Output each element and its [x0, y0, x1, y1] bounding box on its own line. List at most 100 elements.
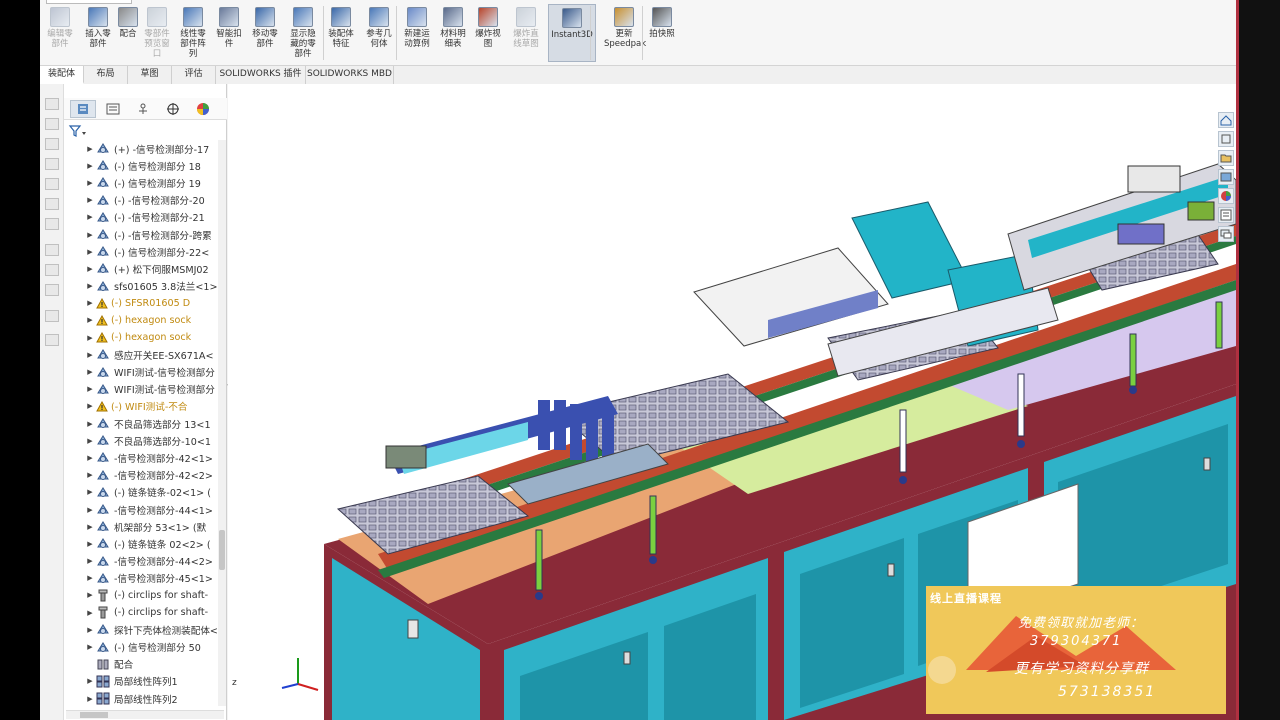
- ribbon-button-snapshot[interactable]: 拍快照: [644, 4, 680, 62]
- tree-item[interactable]: ▶ (-) circlips for shaft-: [84, 604, 226, 621]
- move-component-icon[interactable]: [45, 218, 59, 230]
- tree-item[interactable]: ▶ -信号检测部分-44<2>: [84, 553, 226, 570]
- bom-icon[interactable]: [45, 334, 59, 346]
- tree-item[interactable]: ▶ sfs01605 3.8法兰<1>: [84, 278, 226, 295]
- configuration-manager-tab[interactable]: [130, 100, 156, 118]
- ribbon-button-instant3d[interactable]: Instant3D: [548, 4, 596, 62]
- expand-arrow-icon[interactable]: ▶: [84, 299, 96, 307]
- resources-icon[interactable]: [1218, 131, 1234, 147]
- tab-layout[interactable]: 布局: [84, 66, 128, 84]
- dimxpert-tab[interactable]: [160, 100, 186, 118]
- ribbon-button-reference-geometry[interactable]: 参考几 何体: [360, 4, 398, 62]
- tree-item[interactable]: ▶ -信号检测部分-44<1>: [84, 501, 226, 518]
- expand-arrow-icon[interactable]: ▶: [84, 557, 96, 565]
- assembly-feature-icon[interactable]: [45, 264, 59, 276]
- ribbon-button-assembly-feature[interactable]: 装配体 特征: [322, 4, 360, 62]
- expand-arrow-icon[interactable]: ▶: [84, 385, 96, 393]
- tree-item[interactable]: ▶ (-) hexagon sock: [84, 329, 226, 346]
- tab-sketch[interactable]: 草图: [128, 66, 172, 84]
- tree-item[interactable]: ▶ (-) 信号检测部分 50: [84, 638, 226, 655]
- expand-arrow-icon[interactable]: ▶: [84, 368, 96, 376]
- ribbon-button-linear-pattern[interactable]: 线性零 部件阵 列: [174, 4, 212, 62]
- tree-item[interactable]: ▶ 不良品筛选部分-10<1: [84, 432, 226, 449]
- tree-item[interactable]: ▶ (-) -信号检测部分-跨累: [84, 226, 226, 243]
- tab-evaluate[interactable]: 评估: [172, 66, 216, 84]
- expand-arrow-icon[interactable]: ▶: [84, 265, 96, 273]
- tree-item[interactable]: ▶ 机架部分 53<1> (默: [84, 518, 226, 535]
- component-preview-icon[interactable]: [45, 158, 59, 170]
- design-library-icon[interactable]: [1218, 150, 1234, 166]
- feature-manager-tab[interactable]: [70, 100, 96, 118]
- mate-icon[interactable]: [45, 138, 59, 150]
- tree-horizontal-scrollbar[interactable]: [66, 710, 224, 719]
- expand-arrow-icon[interactable]: ▶: [84, 609, 96, 617]
- solidworks-forum-icon[interactable]: [1218, 226, 1234, 242]
- tree-item[interactable]: ▶ -信号检测部分-45<1>: [84, 570, 226, 587]
- ribbon-button-exploded-view[interactable]: 爆炸视 图: [470, 4, 506, 62]
- expand-arrow-icon[interactable]: ▶: [84, 351, 96, 359]
- tab-solidworks-addins[interactable]: SOLIDWORKS 插件: [216, 66, 306, 84]
- tree-item[interactable]: ▶ 不良品筛选部分 13<1: [84, 415, 226, 432]
- expand-arrow-icon[interactable]: ▶: [84, 162, 96, 170]
- expand-arrow-icon[interactable]: ▶: [84, 523, 96, 531]
- ribbon-button-insert-component[interactable]: 插入零 部件: [80, 4, 116, 62]
- tree-item[interactable]: ▶ (-) 链条链条-02<1> (: [84, 484, 226, 501]
- file-explorer-icon[interactable]: [1218, 169, 1234, 185]
- tree-item[interactable]: ▶ 探针下壳体检测装配体<: [84, 621, 226, 638]
- ribbon-button-bom[interactable]: 材料明 细表: [436, 4, 470, 62]
- ribbon-button-explode-line[interactable]: 爆炸直 线草图: [506, 4, 546, 62]
- expand-arrow-icon[interactable]: ▶: [84, 488, 96, 496]
- expand-arrow-icon[interactable]: ▶: [84, 213, 96, 221]
- filter-icon[interactable]: [68, 124, 88, 138]
- reference-geometry-icon[interactable]: [45, 284, 59, 296]
- smart-fastener-icon[interactable]: [45, 198, 59, 210]
- expand-arrow-icon[interactable]: ▶: [84, 677, 96, 685]
- tree-item[interactable]: ▶ -信号检测部分-42<1>: [84, 449, 226, 466]
- expand-arrow-icon[interactable]: ▶: [84, 626, 96, 634]
- expand-arrow-icon[interactable]: ▶: [84, 420, 96, 428]
- tab-assembly[interactable]: 装配体: [40, 66, 84, 84]
- expand-arrow-icon[interactable]: ▶: [84, 574, 96, 582]
- edit-component-icon[interactable]: [45, 98, 59, 110]
- tree-item[interactable]: ▶ (-) 信号检测部分 19: [84, 174, 226, 191]
- expand-arrow-icon[interactable]: ▶: [84, 695, 96, 703]
- tree-item[interactable]: ▶ 局部线性阵列1: [84, 673, 226, 690]
- expand-arrow-icon[interactable]: ▶: [84, 471, 96, 479]
- tree-item[interactable]: ▶ (-) -信号检测部分-20: [84, 192, 226, 209]
- tree-item[interactable]: ▶ (-) 链条链条 02<2> (: [84, 535, 226, 552]
- expand-arrow-icon[interactable]: ▶: [84, 454, 96, 462]
- expand-arrow-icon[interactable]: ▶: [84, 282, 96, 290]
- display-manager-tab[interactable]: [190, 100, 216, 118]
- ribbon-button-move-component[interactable]: 移动零 部件: [246, 4, 284, 62]
- ribbon-button-mate[interactable]: 配合: [116, 4, 140, 62]
- expand-arrow-icon[interactable]: ▶: [84, 248, 96, 256]
- ribbon-button-smart-fasteners[interactable]: 智能扣 件: [212, 4, 246, 62]
- tab-solidworks-mbd[interactable]: SOLIDWORKS MBD: [306, 66, 394, 84]
- expand-arrow-icon[interactable]: ▶: [84, 402, 96, 410]
- expand-arrow-icon[interactable]: ▶: [84, 591, 96, 599]
- tree-item[interactable]: ▶ -信号检测部分-42<2>: [84, 467, 226, 484]
- expand-arrow-icon[interactable]: ▶: [84, 643, 96, 651]
- ribbon-button-component-preview[interactable]: 零部件 预览窗 口: [140, 4, 174, 62]
- appearances-icon[interactable]: [1218, 188, 1234, 204]
- tree-item[interactable]: ▶ (-) 信号检测部分 18: [84, 157, 226, 174]
- expand-arrow-icon[interactable]: ▶: [84, 437, 96, 445]
- scrollbar-thumb[interactable]: [219, 530, 225, 570]
- tree-item[interactable]: ▶ (+) -信号检测部分-17: [84, 140, 226, 157]
- expand-arrow-icon[interactable]: ▶: [84, 540, 96, 548]
- custom-properties-icon[interactable]: [1218, 207, 1234, 223]
- tree-item[interactable]: ▶ WIFI测试-信号检测部分: [84, 381, 226, 398]
- tree-item[interactable]: ▶ (-) 信号检测部分-22<: [84, 243, 226, 260]
- ribbon-button-motion-study[interactable]: 新建运 动算例: [398, 4, 436, 62]
- explode-icon[interactable]: [45, 310, 59, 322]
- ribbon-button-speedpak[interactable]: 更新 Speedpak: [604, 4, 646, 62]
- tree-item[interactable]: ▶ 局部线性阵列2: [84, 690, 226, 706]
- expand-arrow-icon[interactable]: ▶: [84, 196, 96, 204]
- tree-item[interactable]: 配合: [84, 656, 226, 673]
- home-icon[interactable]: [1218, 112, 1234, 128]
- insert-component-icon[interactable]: [45, 118, 59, 130]
- tree-item[interactable]: ▶ (-) SFSR01605 D: [84, 295, 226, 312]
- hidden-components-icon[interactable]: [45, 244, 59, 256]
- tree-item[interactable]: ▶ (-) WIFI测试-不合: [84, 398, 226, 415]
- property-manager-tab[interactable]: [100, 100, 126, 118]
